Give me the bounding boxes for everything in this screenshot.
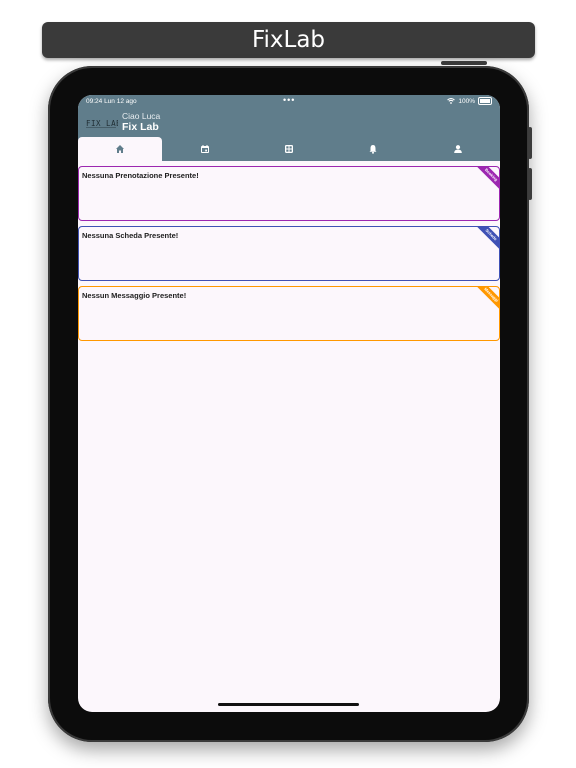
status-bar: 09:24 Lun 12 ago ••• 100% xyxy=(78,95,500,109)
battery-percentage: 100% xyxy=(458,97,475,105)
bookings-empty-message: Nessuna Prenotazione Presente! xyxy=(82,171,199,180)
fixlab-logo: FIX LAB xyxy=(86,117,121,129)
tab-home[interactable] xyxy=(78,137,163,161)
tablet-screen: 09:24 Lun 12 ago ••• 100% FIX LAB Ciao L… xyxy=(78,95,500,712)
device-top-button xyxy=(441,61,487,65)
tab-notifications[interactable] xyxy=(331,137,415,161)
device-volume-down-button xyxy=(528,168,532,200)
schede-ribbon: Schede xyxy=(474,227,499,252)
device-volume-up-button xyxy=(528,127,532,159)
bookings-ribbon: Booking xyxy=(474,167,499,192)
calendar-icon xyxy=(200,145,209,153)
schede-empty-message: Nessuna Scheda Presente! xyxy=(82,231,179,240)
battery-icon xyxy=(478,97,492,105)
app-title: FixLab xyxy=(251,27,326,53)
greeting-text: Ciao Luca xyxy=(122,111,161,121)
home-indicator[interactable] xyxy=(218,703,359,706)
tab-grid[interactable] xyxy=(247,137,331,161)
header-app-name: Fix Lab xyxy=(122,121,159,133)
messages-empty-message: Nessun Messaggio Presente! xyxy=(82,291,187,300)
wifi-icon xyxy=(447,98,456,104)
schede-card[interactable]: Nessuna Scheda Presente! Schede xyxy=(78,226,500,281)
tab-bar xyxy=(78,137,500,161)
grid-icon xyxy=(285,145,294,153)
app-title-banner: FixLab xyxy=(42,22,535,58)
person-icon xyxy=(454,145,462,153)
tab-profile[interactable] xyxy=(416,137,500,161)
svg-text:FIX LAB: FIX LAB xyxy=(86,119,118,128)
bookings-card[interactable]: Nessuna Prenotazione Presente! Booking xyxy=(78,166,500,221)
home-icon xyxy=(116,145,125,153)
messages-ribbon: Messaggi xyxy=(474,287,499,312)
status-right: 100% xyxy=(447,97,492,105)
status-time: 09:24 Lun 12 ago xyxy=(86,98,137,105)
app-bar: 09:24 Lun 12 ago ••• 100% FIX LAB Ciao L… xyxy=(78,95,500,161)
bell-icon xyxy=(369,145,377,154)
multitasking-dots[interactable]: ••• xyxy=(283,95,295,105)
messages-card[interactable]: Nessun Messaggio Presente! Messaggi xyxy=(78,286,500,341)
tab-calendar[interactable] xyxy=(162,137,246,161)
